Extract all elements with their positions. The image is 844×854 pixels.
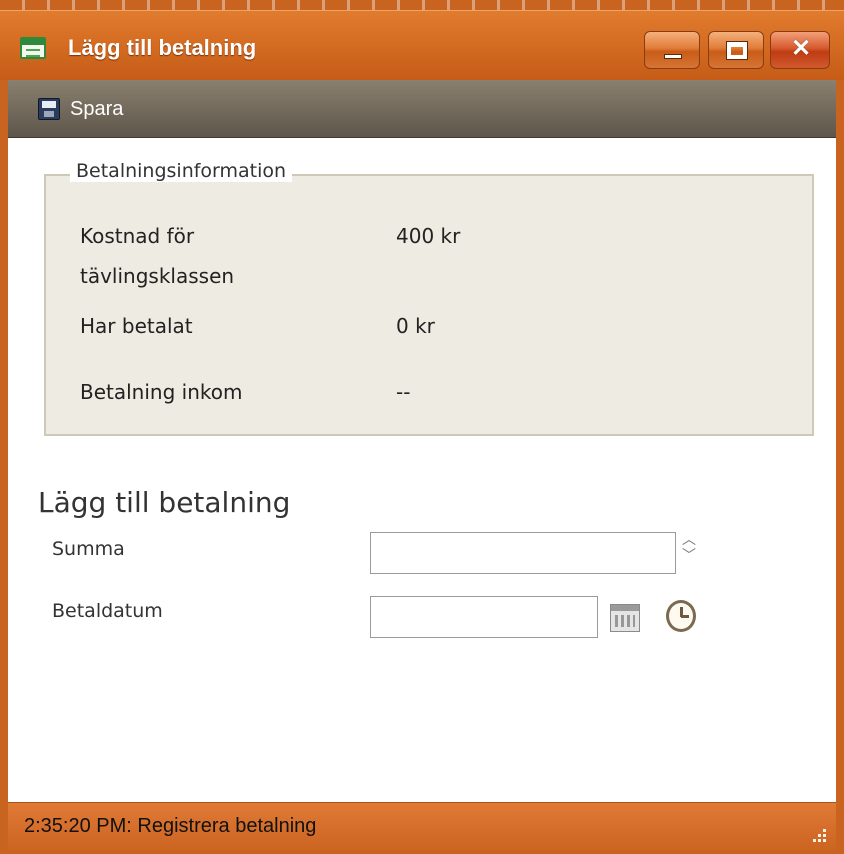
cost-label-line1: Kostnad för: [80, 224, 195, 248]
save-label: Spara: [70, 97, 124, 120]
minimize-button[interactable]: [644, 31, 700, 69]
paid-value: 0 kr: [396, 314, 435, 338]
save-icon: [38, 98, 60, 120]
amount-spinner[interactable]: ︿ ﹀: [680, 532, 698, 574]
dialog-window: Lägg till betalning ✕ Spara Kostnad för …: [0, 0, 844, 854]
title-bar[interactable]: Lägg till betalning ✕: [0, 10, 844, 80]
payment-info-group: Kostnad för tävlingsklassen 400 kr Har b…: [44, 174, 814, 436]
calendar-icon[interactable]: [610, 604, 640, 632]
status-text: 2:35:20 PM: Registrera betalning: [24, 815, 317, 837]
window-icon: [20, 37, 46, 59]
close-icon: ✕: [790, 35, 812, 62]
payment-info-legend: Betalningsinformation: [70, 160, 293, 182]
status-bar: 2:35:20 PM: Registrera betalning: [8, 802, 836, 850]
window-title: Lägg till betalning: [68, 35, 257, 60]
save-button[interactable]: Spara: [38, 94, 123, 124]
date-input[interactable]: [370, 596, 598, 638]
dialog-content: Kostnad för tävlingsklassen 400 kr Har b…: [8, 138, 836, 802]
date-label: Betaldatum: [52, 600, 163, 622]
toolbar: Spara: [8, 80, 836, 138]
spin-up-icon[interactable]: ︿: [680, 532, 698, 548]
minimize-icon: [664, 54, 682, 59]
received-label: Betalning inkom: [80, 380, 243, 404]
resize-grip-icon[interactable]: [810, 826, 826, 842]
amount-input[interactable]: [370, 532, 676, 574]
cost-value: 400 kr: [396, 224, 461, 248]
amount-label: Summa: [52, 538, 125, 560]
paid-label: Har betalat: [80, 314, 193, 338]
maximize-button[interactable]: [708, 31, 764, 69]
clock-icon[interactable]: [666, 600, 696, 632]
top-edge-decoration: [0, 0, 844, 10]
received-value: --: [396, 380, 411, 404]
add-payment-title: Lägg till betalning: [38, 486, 291, 519]
cost-label: Kostnad för tävlingsklassen: [80, 216, 234, 296]
maximize-icon: [726, 41, 748, 60]
cost-label-line2: tävlingsklassen: [80, 264, 235, 288]
close-button[interactable]: ✕: [770, 31, 830, 69]
spin-down-icon[interactable]: ﹀: [680, 548, 698, 564]
